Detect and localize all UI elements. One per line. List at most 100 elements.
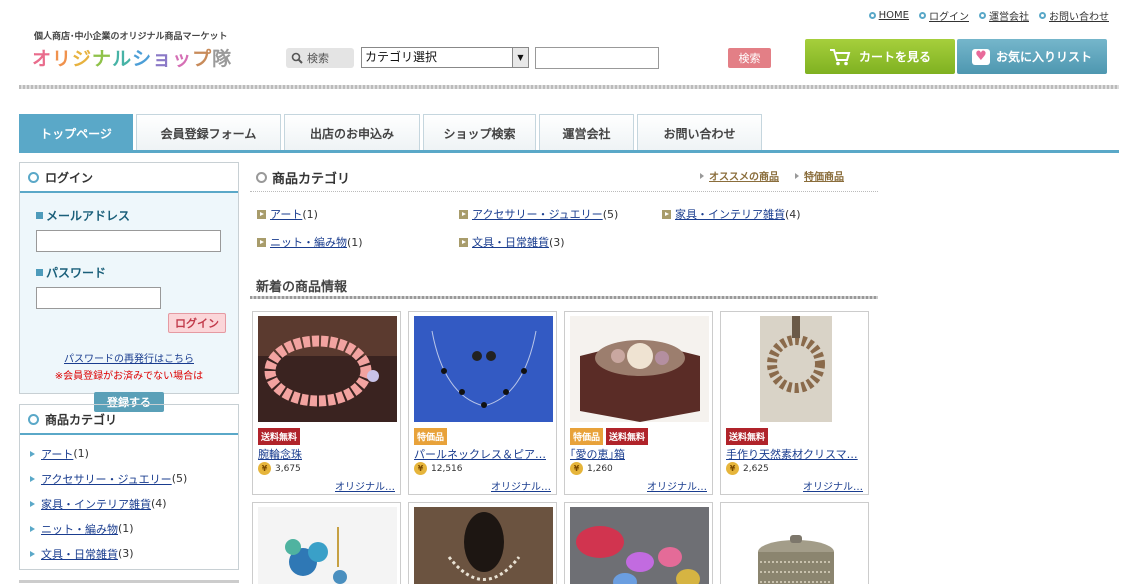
search-icon <box>291 52 303 64</box>
product-card[interactable]: 特価品 パールネックレス＆ピア… ¥12,516 オリジナル… <box>408 311 557 495</box>
product-card[interactable] <box>720 502 869 584</box>
recommended-link[interactable]: オススメの商品 <box>700 168 779 183</box>
logo-char: ョ <box>152 48 173 70</box>
sidebar-category-link[interactable]: ニット・編み物 <box>41 521 118 537</box>
category-divider <box>250 191 878 192</box>
main-category-title-text: 商品カテゴリ <box>272 172 351 187</box>
search-input[interactable] <box>535 47 659 69</box>
chevron-down-icon[interactable]: ▼ <box>512 48 528 67</box>
password-field[interactable] <box>36 287 161 309</box>
logo-char: ナ <box>92 48 113 70</box>
triangle-icon <box>700 172 704 179</box>
bullet-icon <box>868 12 876 19</box>
sidebar-category-link[interactable]: 文具・日常雑貨 <box>41 546 118 562</box>
badge-group: 送料無料 <box>726 428 769 445</box>
product-image[interactable] <box>258 507 397 584</box>
tab-top-page[interactable]: トップページ <box>19 114 133 151</box>
main-category-link[interactable]: 家具・インテリア雑貨 <box>675 206 785 222</box>
product-price: ¥12,516 <box>414 462 463 475</box>
product-card[interactable] <box>564 502 713 584</box>
product-card[interactable] <box>252 502 401 584</box>
arrow-icon <box>257 237 266 247</box>
product-image[interactable] <box>258 316 397 422</box>
favorites-button[interactable]: ♥ お気に入りリスト <box>957 39 1107 74</box>
price-value: 3,675 <box>275 463 301 474</box>
badge-group: 特価品 <box>414 428 448 445</box>
special-price-link-label: 特価商品 <box>804 172 844 183</box>
product-image[interactable] <box>726 316 865 422</box>
sale-badge: 特価品 <box>414 428 448 445</box>
product-card[interactable]: 送料無料 手作り天然素材クリスマ… ¥2,625 オリジナル… <box>720 311 869 495</box>
product-card[interactable]: 送料無料 腕輪念珠 ¥3,675 オリジナル… <box>252 311 401 495</box>
product-card[interactable]: 特価品 送料無料 ｢愛の恵｣箱 ¥1,260 オリジナル… <box>564 311 713 495</box>
contact-link[interactable]: お問い合わせ <box>1039 8 1109 23</box>
product-image[interactable] <box>570 507 709 584</box>
main-category-link[interactable]: ニット・編み物 <box>270 234 347 250</box>
category-count: (5) <box>171 472 188 485</box>
arrow-icon <box>459 237 468 247</box>
product-image[interactable] <box>414 507 553 584</box>
site-logo[interactable]: オリジナルショップ隊 <box>32 44 232 71</box>
login-link[interactable]: ログイン <box>919 8 969 23</box>
special-price-link[interactable]: 特価商品 <box>795 168 844 183</box>
tab-store-application[interactable]: 出店のお申込み <box>284 114 420 151</box>
tabs-divider <box>19 150 1119 153</box>
cart-icon <box>829 48 851 65</box>
main-category-item: 家具・インテリア雑貨 (4) <box>662 206 801 222</box>
product-name-link[interactable]: パールネックレス＆ピア… <box>414 446 554 462</box>
category-count: (4) <box>151 497 167 510</box>
view-cart-button[interactable]: カートを見る <box>805 39 955 74</box>
login-panel: ログイン メールアドレス パスワード ログイン パスワードの再発行はこちら ※会… <box>19 162 239 412</box>
main-category-link[interactable]: アクセサリー・ジュエリー <box>472 206 603 222</box>
category-select[interactable]: カテゴリ選択 ▼ <box>361 47 529 68</box>
search-button[interactable]: 検索 <box>728 48 771 68</box>
triangle-icon <box>30 475 35 482</box>
triangle-icon <box>795 172 799 179</box>
main-category-links: オススメの商品 特価商品 <box>700 168 844 183</box>
shop-link[interactable]: オリジナル… <box>803 478 863 493</box>
product-image[interactable] <box>570 316 709 422</box>
triangle-icon <box>30 450 35 457</box>
shop-link[interactable]: オリジナル… <box>491 478 551 493</box>
category-count: (1) <box>347 235 363 249</box>
logo-char: 隊 <box>212 48 233 70</box>
tab-contact[interactable]: お問い合わせ <box>637 114 762 151</box>
triangle-icon <box>30 500 35 507</box>
product-name-link[interactable]: ｢愛の恵｣箱 <box>570 446 710 462</box>
sidebar-category-title-text: 商品カテゴリ <box>45 412 118 427</box>
sidebar-category-item: 家具・インテリア雑貨 (4) <box>30 491 228 516</box>
tab-shop-search[interactable]: ショップ検索 <box>423 114 536 151</box>
product-name-link[interactable]: 腕輪念珠 <box>258 446 398 462</box>
bullet-icon <box>1039 12 1046 19</box>
yen-icon: ¥ <box>570 462 583 475</box>
product-card[interactable] <box>408 502 557 584</box>
home-link[interactable]: HOME <box>868 8 909 23</box>
category-count: (1) <box>302 207 318 221</box>
sidebar-category-link[interactable]: アクセサリー・ジュエリー <box>41 471 172 487</box>
company-link[interactable]: 運営会社 <box>979 8 1029 23</box>
square-icon <box>36 212 43 219</box>
login-button[interactable]: ログイン <box>168 313 226 333</box>
favorites-label: お気に入りリスト <box>995 50 1092 64</box>
password-reissue-link[interactable]: パスワードの再発行はこちら <box>20 350 238 365</box>
email-field[interactable] <box>36 230 221 252</box>
product-price: ¥1,260 <box>570 462 613 475</box>
main-category-item: 文具・日常雑貨 (3) <box>459 234 565 250</box>
product-image[interactable] <box>414 316 553 422</box>
sidebar-category-item: アート (1) <box>30 441 228 466</box>
bullet-icon <box>28 413 39 425</box>
bullet-icon <box>256 172 267 183</box>
product-name-link[interactable]: 手作り天然素材クリスマ… <box>726 446 866 462</box>
search-label-text: 検索 <box>307 52 329 65</box>
main-category-link[interactable]: 文具・日常雑貨 <box>472 234 549 250</box>
password-label: パスワード <box>36 264 222 281</box>
main-category-link[interactable]: アート <box>270 206 302 222</box>
tab-company[interactable]: 運営会社 <box>539 114 634 151</box>
product-image[interactable] <box>726 507 865 584</box>
tab-member-registration[interactable]: 会員登録フォーム <box>136 114 281 151</box>
sidebar-category-link[interactable]: アート <box>41 446 73 462</box>
shop-link[interactable]: オリジナル… <box>335 478 395 493</box>
shop-link[interactable]: オリジナル… <box>647 478 707 493</box>
sidebar-category-link[interactable]: 家具・インテリア雑貨 <box>41 496 151 512</box>
sidebar-bottom-divider <box>19 580 239 583</box>
